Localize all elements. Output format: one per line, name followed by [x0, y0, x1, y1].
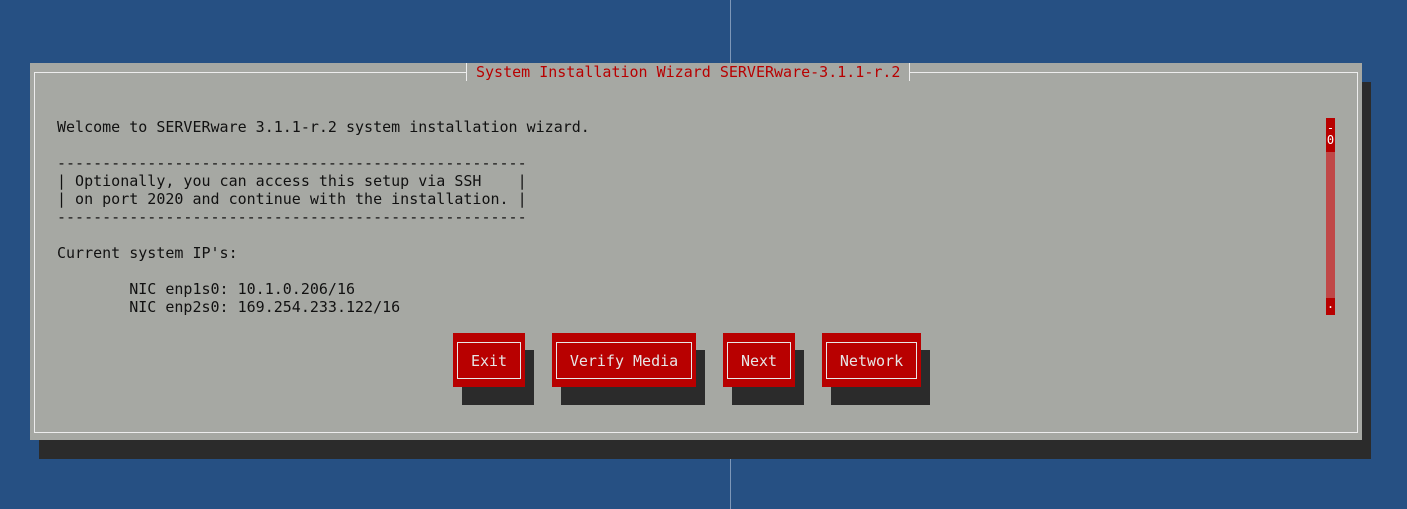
- scrollbar-top-label: - 0: [1326, 121, 1335, 147]
- dialog-title: System Installation Wizard SERVERware-3.…: [466, 63, 911, 81]
- ssh-note-line-2: | on port 2020 and continue with the ins…: [57, 190, 527, 208]
- nic-enp2s0: NIC enp2s0: 169.254.233.122/16: [57, 298, 401, 316]
- installation-wizard-dialog: System Installation Wizard SERVERware-3.…: [30, 63, 1362, 440]
- nic-enp1s0: NIC enp1s0: 10.1.0.206/16: [57, 280, 356, 298]
- scrollbar[interactable]: - 0 .: [1326, 118, 1335, 315]
- next-button-label: Next: [727, 342, 791, 379]
- dialog-content: Welcome to SERVERware 3.1.1-r.2 system i…: [57, 118, 590, 316]
- next-button[interactable]: Next: [723, 333, 795, 387]
- scrollbar-bottom-marker: .: [1326, 298, 1335, 315]
- scrollbar-thumb[interactable]: - 0: [1326, 118, 1335, 152]
- box-top-border: ----------------------------------------…: [57, 154, 527, 172]
- verify-media-button-label: Verify Media: [556, 342, 692, 379]
- verify-media-button[interactable]: Verify Media: [552, 333, 696, 387]
- welcome-text: Welcome to SERVERware 3.1.1-r.2 system i…: [57, 118, 590, 136]
- ip-heading: Current system IP's:: [57, 244, 238, 262]
- network-button-label: Network: [826, 342, 917, 379]
- box-bottom-border: ----------------------------------------…: [57, 208, 527, 226]
- ssh-note-line-1: | Optionally, you can access this setup …: [57, 172, 527, 190]
- network-button[interactable]: Network: [822, 333, 921, 387]
- scrollbar-bottom-label: .: [1326, 297, 1335, 311]
- exit-button-label: Exit: [457, 342, 521, 379]
- exit-button[interactable]: Exit: [453, 333, 525, 387]
